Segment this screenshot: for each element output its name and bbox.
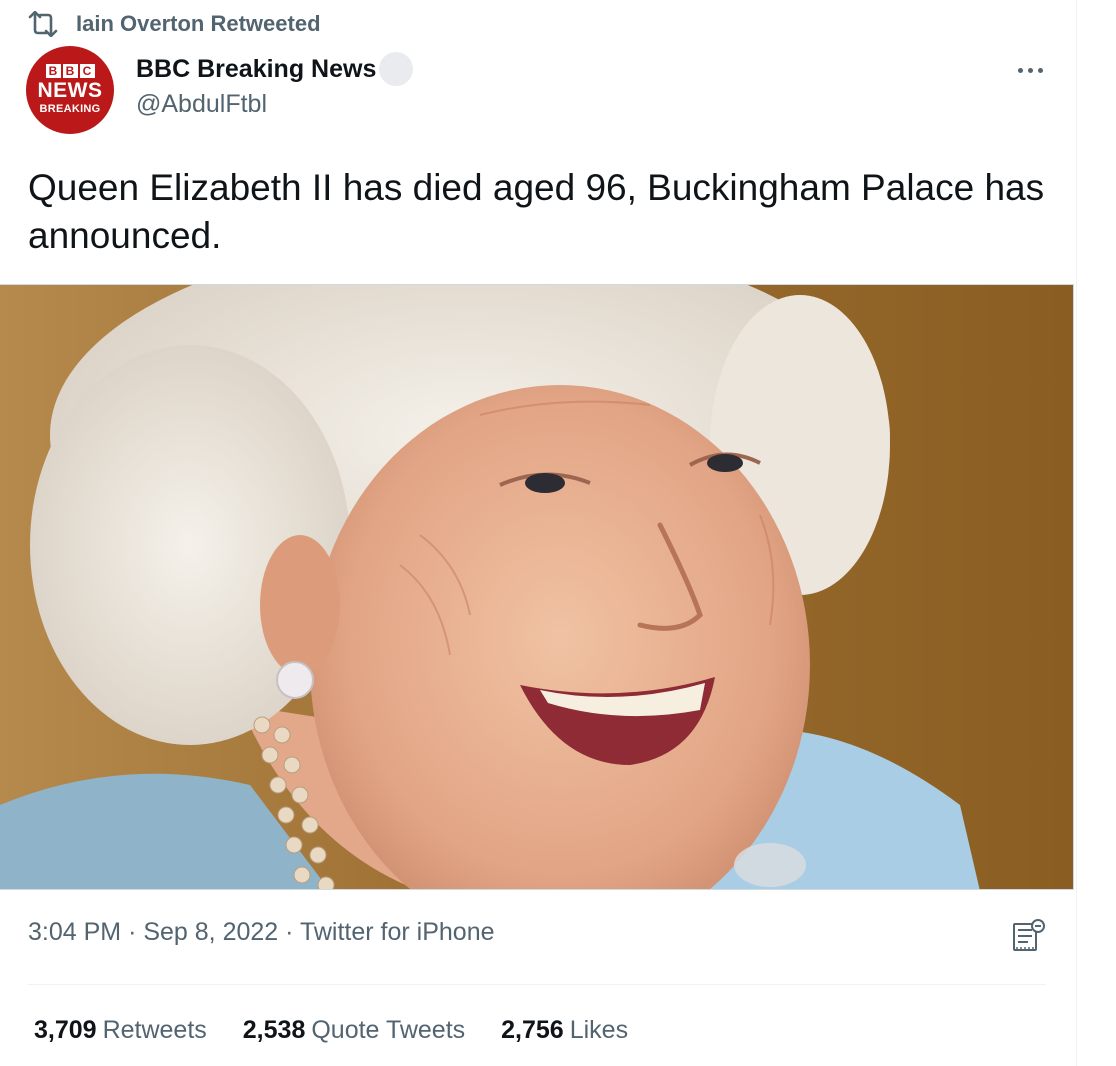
author-display-name[interactable]: BBC Breaking News — [136, 52, 414, 86]
tweet-date[interactable]: Sep 8, 2022 — [143, 918, 278, 946]
likes-count: 2,756 — [501, 1016, 564, 1044]
quote-tweets-label: Quote Tweets — [311, 1016, 466, 1044]
bbc-logo-letter: B — [45, 64, 61, 78]
more-dot — [1037, 67, 1043, 73]
retweets-label: Retweets — [102, 1016, 207, 1044]
avatar[interactable]: B B C NEWS BREAKING — [26, 46, 114, 134]
more-dot — [1017, 67, 1023, 73]
meta-separator: · — [128, 918, 137, 946]
retweet-icon — [26, 10, 60, 38]
bbc-logo-letter: C — [79, 64, 95, 78]
retweet-banner-text: Iain Overton Retweeted — [76, 11, 321, 36]
tweet-source[interactable]: Twitter for iPhone — [300, 918, 495, 946]
meta-separator: · — [285, 918, 294, 946]
stats-divider — [28, 984, 1046, 985]
retweets-stat[interactable]: 3,709 Retweets — [34, 1016, 207, 1045]
timeline-border — [1076, 0, 1077, 1066]
tweet-time[interactable]: 3:04 PM — [28, 918, 121, 946]
author-handle[interactable]: @AbdulFtbl — [136, 90, 267, 119]
avatar-news-text: NEWS — [37, 79, 103, 102]
tweet-page: Iain Overton Retweeted B B C NEWS BREAKI… — [0, 0, 1116, 1066]
avatar-breaking-text: BREAKING — [39, 103, 101, 115]
retweet-banner[interactable]: Iain Overton Retweeted — [26, 8, 321, 40]
analytics-icon[interactable] — [1010, 918, 1046, 956]
tweet-text: Queen Elizabeth II has died aged 96, Buc… — [28, 167, 1045, 256]
more-dot — [1027, 67, 1033, 73]
likes-label: Likes — [569, 1016, 629, 1044]
tweet-photo[interactable] — [0, 284, 1074, 890]
retweets-count: 3,709 — [34, 1016, 97, 1044]
more-icon[interactable] — [1010, 56, 1050, 84]
tweet-stats: 3,709 Retweets 2,538 Quote Tweets 2,756 Lik… — [34, 1016, 664, 1045]
bbc-logo-blocks: B B C — [45, 64, 95, 78]
quote-tweets-count: 2,538 — [242, 1016, 306, 1044]
quote-tweets-stat[interactable]: 2,538 Quote Tweets — [243, 1016, 465, 1045]
bbc-logo-letter: B — [62, 64, 78, 78]
verified-badge-icon — [379, 52, 414, 86]
display-name-text: BBC Breaking News — [136, 54, 377, 83]
tweet-meta: 3:04 PM · Sep 8, 2022 · Twitter for iPho… — [28, 918, 495, 947]
likes-stat[interactable]: 2,756 Likes — [501, 1016, 628, 1045]
